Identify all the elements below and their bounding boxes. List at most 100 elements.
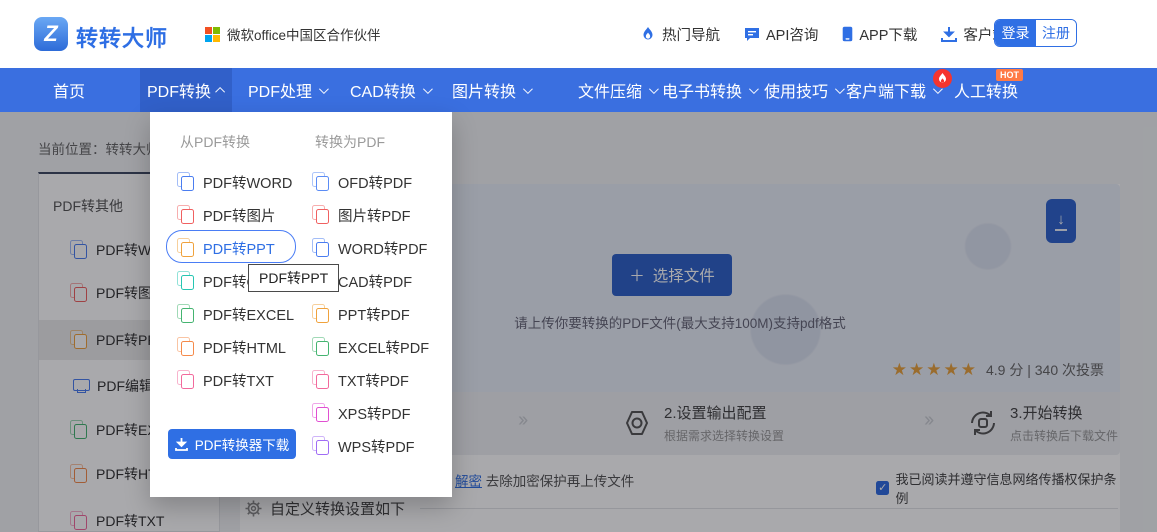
decrypt-text: 去除加密保护再上传文件 [482,474,635,489]
partner-block: 微软office中国区合作伙伴 [205,0,381,68]
menu-item-ofd-to-pdf[interactable]: OFD转PDF [312,172,412,193]
decrypt-link[interactable]: 解密 [455,474,482,489]
step-3-title: 3.开始转换 [1010,405,1083,422]
nav-item-pdf-process[interactable]: PDF处理 [248,68,329,112]
menu-item-label: EXCEL转PDF [338,341,430,357]
menu-item-pdf-to-ppt[interactable]: PDF转PPT [177,238,275,259]
menu-item-label: PDF转EXCEL [203,308,295,324]
doc-icon [312,238,329,257]
menu-item-label: 图片转PDF [338,209,411,225]
nav-item-file-compress[interactable]: 文件压缩 [578,68,659,112]
rating-widget[interactable]: ★★★★★ 4.9 分 | 340 次投票 [892,360,1104,380]
menu-item-pdf-to-word[interactable]: PDF转WORD [177,172,293,193]
float-download-icon[interactable]: ↓ [1046,199,1076,243]
flame-icon [643,27,653,40]
nav-label: PDF处理 [248,84,313,101]
agreement-checkbox[interactable]: ✓ [876,481,890,495]
login-button[interactable]: 登录 [995,20,1036,46]
nav-item-tips[interactable]: 使用技巧 [764,68,845,112]
step-arrow-icon: ›› [924,409,934,431]
custom-settings-label: 自定义转换设置如下 [270,501,406,518]
menu-item-excel-to-pdf[interactable]: EXCEL转PDF [312,337,430,358]
nav-item-pdf-convert[interactable]: PDF转换 [140,68,232,112]
nav-label: CAD转换 [350,84,416,101]
menu-item-pdf-to-html[interactable]: PDF转HTML [177,337,286,358]
doc-icon [177,370,194,389]
menu-item-xps-to-pdf[interactable]: XPS转PDF [312,403,411,424]
hot-nav-link[interactable]: 热门导航 [640,24,720,45]
doc-icon [177,238,194,257]
plus-icon: ＋ [629,268,645,285]
app-window: Z 转转大师 微软office中国区合作伙伴 热门导航 API咨询 APP下载 [0,0,1157,532]
nav-label: 图片转换 [452,84,517,101]
auth-buttons: 登录 注册 [994,19,1077,47]
divider [420,508,1118,509]
app-download-link[interactable]: APP下载 [842,24,917,45]
client-download-icon [941,26,958,42]
step-2-title: 2.设置输出配置 [664,405,767,422]
custom-settings-row: 自定义转换设置如下 [245,498,405,519]
doc-icon [312,436,329,455]
register-button[interactable]: 注册 [1036,20,1076,46]
nav-label: 文件压缩 [578,84,643,101]
nav-item-image-convert[interactable]: 图片转换 [452,68,533,112]
step-arrow-icon: ›› [518,409,528,431]
star-rating-icons[interactable]: ★★★★★ [892,360,978,380]
chevron-down-icon [318,83,329,94]
logo-icon[interactable]: Z [34,17,68,51]
pdf-converter-download-button[interactable]: PDF转换器下载 [168,429,296,459]
gear-icon [245,500,262,517]
menu-item-label: PDF转WORD [203,176,293,192]
menu-item-label: PDF转PPT [203,242,275,258]
doc-icon [312,205,329,224]
api-link[interactable]: API咨询 [744,24,818,45]
doc-icon [70,329,87,349]
doc-icon [312,304,329,323]
nav-item-home[interactable]: 首页 [53,68,85,112]
menu-item-label: PDF转HTML [203,341,286,357]
chevron-down-icon [834,83,845,94]
select-file-label: 选择文件 [652,268,715,285]
pdf-convert-dropdown: 从PDF转换 转换为PDF PDF转WORD PDF转图片 PDF转PPT PD… [150,112,452,497]
rating-text: 4.9 分 | 340 次投票 [985,362,1104,378]
menu-item-ppt-to-pdf[interactable]: PPT转PDF [312,304,410,325]
sidebar-title: PDF转其他 [53,198,123,214]
menu-item-wps-to-pdf[interactable]: WPS转PDF [312,436,415,457]
menu-item-word-to-pdf[interactable]: WORD转PDF [312,238,427,259]
step-2-subtitle: 根据需求选择转换设置 [664,429,785,443]
doc-icon [312,403,329,422]
nav-label: 客户端下载 [846,84,927,101]
sidebar-item-pdf-to-txt[interactable]: PDF转TXT [39,501,219,532]
partner-text: 微软office中国区合作伙伴 [227,28,381,43]
breadcrumb: 当前位置：转转大师 [38,142,160,157]
nav-item-client-download[interactable]: 客户端下载 [846,68,943,112]
doc-icon [177,337,194,356]
select-file-button[interactable]: ＋ 选择文件 [612,254,732,296]
menu-item-txt-to-pdf[interactable]: TXT转PDF [312,370,409,391]
nav-item-ebook-convert[interactable]: 电子书转换 [662,68,759,112]
api-link-label: API咨询 [766,27,819,44]
menu-item-pdf-to-txt[interactable]: PDF转TXT [177,370,274,391]
doc-icon [177,271,194,290]
menu-item-pdf-to-excel[interactable]: PDF转EXCEL [177,304,295,325]
phone-icon [843,26,853,42]
nav-label: 使用技巧 [764,84,829,101]
menu-item-label: PDF转TXT [203,374,274,390]
site-logo-text[interactable]: 转转大师 [76,21,168,53]
menu-item-label: CAD转PDF [338,275,413,291]
settings-icon [626,411,648,435]
menu-item-label: PPT转PDF [338,308,410,324]
doc-icon [177,172,194,191]
nav-item-cad-convert[interactable]: CAD转换 [350,68,433,112]
download-button-label: PDF转换器下载 [194,438,290,453]
monitor-icon [73,379,90,393]
decrypt-note: 解密 去除加密保护再上传文件 [455,470,634,490]
menu-item-pdf-to-image[interactable]: PDF转图片 [177,205,276,226]
dropdown-col1-header: 从PDF转换 [180,134,250,150]
main-navbar: 首页 PDF转换 PDF处理 CAD转换 图片转换 文件压缩 电子书转换 使用技… [0,68,1157,112]
doc-icon [70,463,87,483]
chevron-down-icon [648,83,659,94]
menu-item-image-to-pdf[interactable]: 图片转PDF [312,205,411,226]
nav-label: 电子书转换 [662,84,743,101]
sidebar-item-label: PDF转TXT [96,513,165,529]
